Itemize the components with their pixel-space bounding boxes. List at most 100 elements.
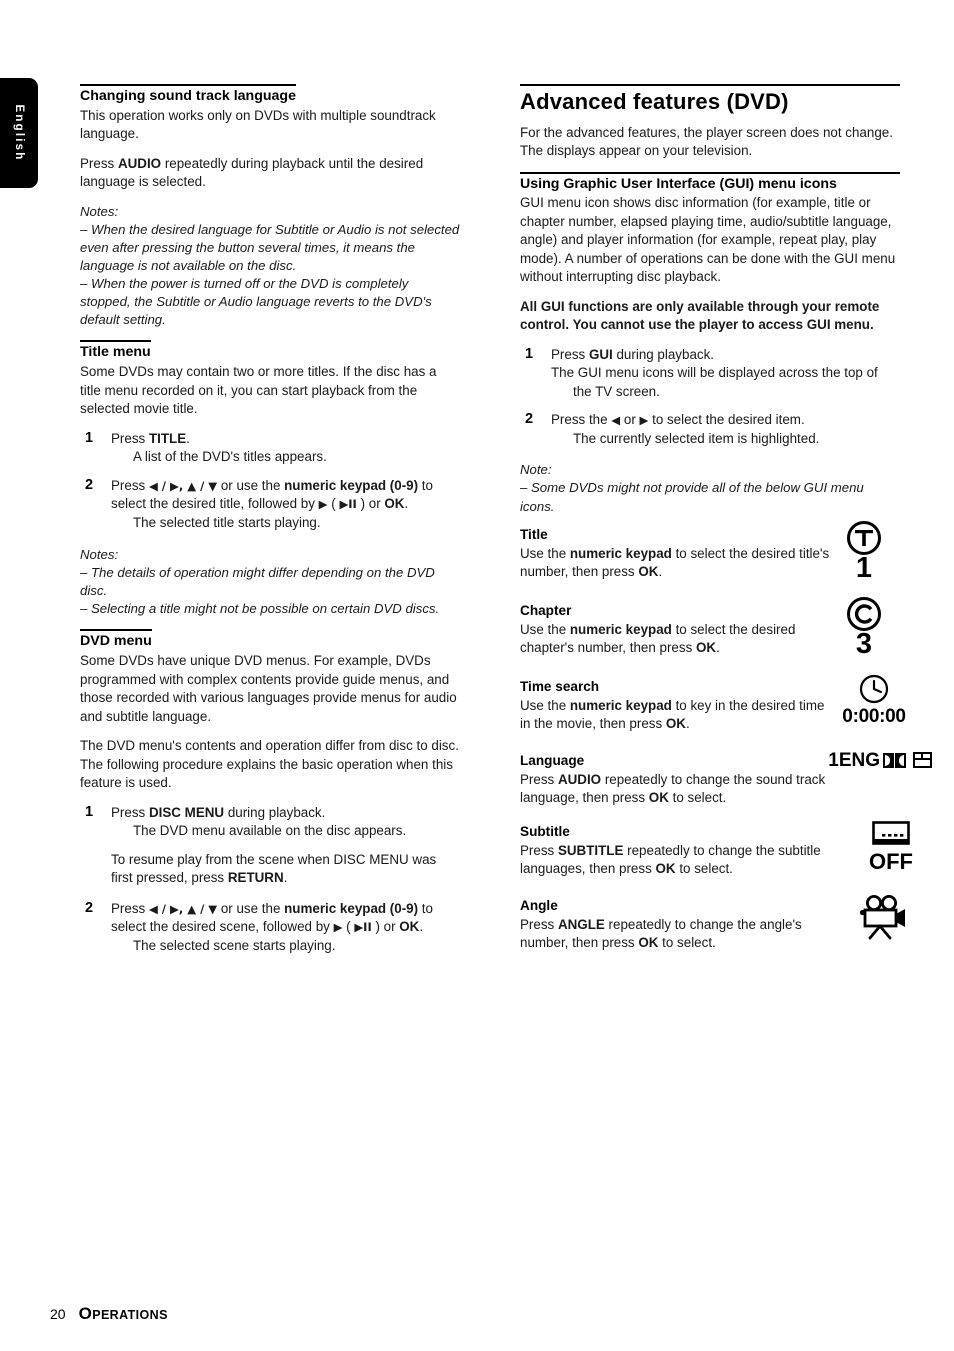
note-item: – Selecting a title might not be possibl… [80,601,440,617]
button-name-audio: AUDIO [117,155,162,171]
button-name-ok: OK [665,716,686,732]
note-item: – When the power is turned off or the DV… [80,276,432,328]
step-text: Press TITLE. [111,430,460,449]
item-text: Press AUDIO repeatedly to change the sou… [520,771,838,808]
item-heading: Chapter [520,602,572,618]
text: Press [520,916,558,932]
note-item: – The details of operation might differ … [80,565,435,599]
item-text: Use the numeric keypad to key in the des… [520,697,838,734]
text: Press [111,430,149,446]
step-result: The currently selected item is highlight… [573,430,820,446]
time-value: 0:00:00 [842,705,906,727]
note-item: – Some DVDs might not provide all of the… [520,480,864,514]
button-name-title: TITLE [148,430,187,446]
button-name-numeric-keypad: numeric keypad [569,545,672,561]
text: Press [111,900,149,916]
button-name-subtitle: SUBTITLE [557,842,624,858]
item-heading: Angle [520,897,558,913]
warning-text: All GUI functions are only available thr… [520,298,880,333]
text: . [716,640,720,656]
text: . [685,716,690,732]
button-name-ok: OK [638,935,659,951]
button-name-ok: OK [655,861,676,877]
text: . [404,496,409,512]
dpad-arrows-icon: ◀ / ▶, ▲ / ▼ [148,478,218,493]
item-heading: Title [520,526,548,542]
clock-icon [826,673,922,705]
text: to select. [668,790,727,806]
button-name-numeric-keypad: numeric keypad (0-9) [284,477,419,493]
note-item: – When the desired language for Subtitle… [80,221,460,273]
item-heading: Time search [520,678,600,694]
language-indicator: 1ENG [828,751,932,770]
section-dvd-menu: DVD menu Some DVDs have unique DVD menus… [80,629,460,955]
step-item: 1 Press TITLE. A list of the DVD's title… [80,430,460,467]
text: Press [520,842,558,858]
page-title: Advanced features (DVD) [520,84,900,115]
manual-page: English Changing sound track language Th… [0,0,954,1351]
paragraph: Press AUDIO repeatedly during playback u… [80,155,460,192]
text: ( [342,919,355,935]
notes-label: Notes: [80,547,119,563]
step-item: 1 Press DISC MENU during playback. The D… [80,804,460,888]
step-item: 2 Press ◀ / ▶, ▲ / ▼ or use the numeric … [80,477,460,533]
step-number: 2 [525,411,534,428]
section-title-menu: Title menu Some DVDs may contain two or … [80,340,460,618]
paragraph: The DVD menu's contents and operation di… [80,738,459,791]
language-tab: English [0,78,38,188]
section-label-cap: O [78,1304,93,1323]
button-name-gui: GUI [588,346,613,362]
step-number: 1 [85,803,94,820]
language-tab-label: English [13,104,25,162]
step-result: The selected scene starts playing. [133,937,336,953]
language-value: 1ENG [828,749,880,771]
subtitle-screen-icon [856,820,926,850]
section-label-rest: PERATIONS [92,1308,168,1322]
section-gui-menu-icons: Using Graphic User Interface (GUI) menu … [520,171,900,516]
step-number: 1 [525,345,534,362]
step-item: 2 Press the ◀ or ▶ to select the desired… [520,411,900,448]
step-extra: To resume play from the scene when DISC … [111,851,460,888]
subtitle-state-value: OFF [869,848,913,874]
item-text: Use the numeric keypad to select the des… [520,621,838,658]
chapter-circle-c-icon [847,596,881,631]
item-text: Use the numeric keypad to select the des… [520,545,838,582]
text: ) or [371,919,400,935]
text: or use the [217,477,285,493]
step-text: Press ◀ / ▶, ▲ / ▼ or use the numeric ke… [111,477,460,514]
item-text: Press ANGLE repeatedly to change the ang… [520,916,838,953]
text: Press [111,804,149,820]
play-arrow-icon: ▶ [318,497,328,512]
text: or [620,412,640,428]
dolby-digital-icon [883,752,906,768]
section-label: OPERATIONS [79,1304,168,1324]
step-text: Press the ◀ or ▶ to select the desired i… [551,411,900,430]
step-item: 1 Press GUI during playback. The GUI men… [520,346,900,402]
movie-camera-icon [844,894,924,942]
section-changing-sound-track-language: Changing sound track language This opera… [80,84,460,329]
step-text: Press GUI during playback. [551,346,900,365]
step-item: 2 Press ◀ / ▶, ▲ / ▼ or use the numeric … [80,900,460,956]
step-text: Press DISC MENU during playback. [111,804,460,823]
button-name-ok: OK [384,496,405,512]
button-name-ok: OK [648,790,669,806]
paragraph: This operation works only on DVDs with m… [80,107,436,142]
page-footer: 20 OPERATIONS [50,1304,168,1324]
gui-item-subtitle: Subtitle Press SUBTITLE repeatedly to ch… [520,820,913,882]
text: . [186,430,190,446]
button-name-return: RETURN [227,870,284,886]
button-name-disc-menu: DISC MENU [148,804,225,820]
paragraph: GUI menu icon shows disc information (fo… [520,195,896,285]
text: Press the [551,412,612,428]
button-name-audio: AUDIO [557,771,602,787]
play-pause-icon: ▶II [354,920,372,935]
gui-item-language: Language Press AUDIO repeatedly to chang… [520,751,932,808]
text: during playback. [612,346,714,362]
text: Press [520,771,558,787]
button-name-ok: OK [399,919,420,935]
step-result: The GUI menu icons will be displayed acr… [551,365,878,399]
paragraph: Some DVDs have unique DVD menus. For exa… [80,653,457,724]
button-name-numeric-keypad: numeric keypad [569,697,672,713]
section-heading: DVD menu [80,629,152,650]
step-number: 2 [85,899,94,916]
